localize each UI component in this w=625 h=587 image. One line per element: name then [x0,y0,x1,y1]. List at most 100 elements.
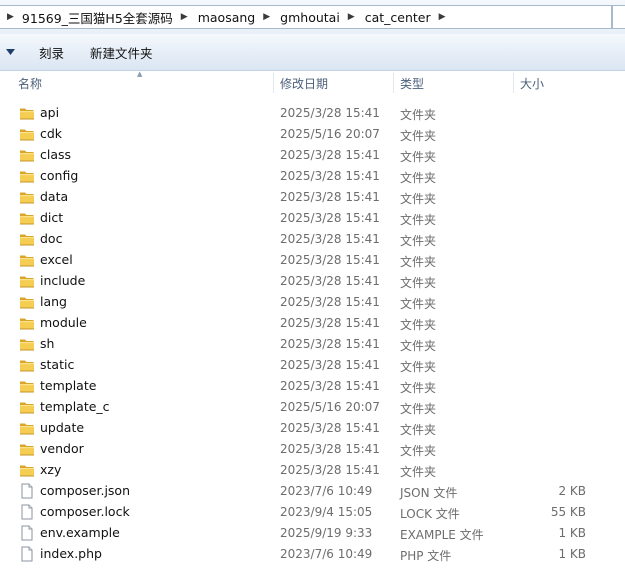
file-name: template [40,378,97,393]
file-row[interactable]: composer.json 2023/7/6 10:49 JSON 文件 2 KB [0,481,625,502]
file-date: 2023/7/6 10:49 [280,547,373,561]
file-row[interactable]: excel 2025/3/28 15:41 文件夹 [0,250,625,271]
file-name: index.php [40,546,102,561]
search-box[interactable] [612,5,625,29]
breadcrumb-item[interactable]: 91569_三国猫H5全套源码 ▶ [20,8,196,27]
file-type: LOCK 文件 [400,507,460,521]
file-row[interactable]: template 2025/3/28 15:41 文件夹 [0,376,625,397]
file-row[interactable]: index.php 2023/7/6 10:49 PHP 文件 1 KB [0,544,625,565]
file-name: dict [40,210,64,225]
file-type: 文件夹 [400,360,437,374]
column-divider[interactable] [273,73,274,93]
file-list: api 2025/3/28 15:41 文件夹 cdk 2025/5/16 20:07 文… [0,103,625,565]
folder-icon [19,378,35,394]
file-type: 文件夹 [400,318,437,332]
folder-icon [19,189,35,205]
file-name: excel [40,252,73,267]
file-name: composer.lock [40,504,130,519]
file-type: 文件夹 [400,339,437,353]
file-type: 文件夹 [400,192,437,206]
file-name: module [40,315,87,330]
folder-icon [19,126,35,142]
breadcrumb-item[interactable]: maosang ▶ [196,10,278,25]
breadcrumb-label[interactable]: gmhoutai [278,10,342,25]
breadcrumb-chevron-icon[interactable]: ▶ [342,12,363,22]
file-row[interactable]: vendor 2025/3/28 15:41 文件夹 [0,439,625,460]
column-divider[interactable] [513,73,514,93]
file-row[interactable]: lang 2025/3/28 15:41 文件夹 [0,292,625,313]
file-name: sh [40,336,55,351]
file-row[interactable]: api 2025/3/28 15:41 文件夹 [0,103,625,124]
file-date: 2025/3/28 15:41 [280,190,380,204]
file-date: 2025/3/28 15:41 [280,463,380,477]
breadcrumb-item[interactable]: cat_center ▶ [363,10,454,25]
breadcrumb-label[interactable]: maosang [196,10,258,25]
folder-icon [19,420,35,436]
file-date: 2025/9/19 9:33 [280,526,373,540]
column-header: ▲ 名称 修改日期 类型 大小 [0,70,625,95]
breadcrumb[interactable]: ▶ 91569_三国猫H5全套源码 ▶ maosang ▶ gmhoutai ▶… [0,5,612,29]
column-date[interactable]: 修改日期 [280,71,328,95]
file-type: 文件夹 [400,129,437,143]
folder-icon [19,168,35,184]
file-row[interactable]: module 2025/3/28 15:41 文件夹 [0,313,625,334]
breadcrumb-chevron-icon[interactable]: ▶ [433,12,454,22]
folder-icon [19,336,35,352]
file-name: composer.json [40,483,131,498]
file-row[interactable]: config 2025/3/28 15:41 文件夹 [0,166,625,187]
column-divider[interactable] [393,73,394,93]
file-type: JSON 文件 [400,486,458,500]
file-row[interactable]: sh 2025/3/28 15:41 文件夹 [0,334,625,355]
breadcrumb-chevron-icon[interactable]: ▶ [257,12,278,22]
column-type[interactable]: 类型 [400,71,424,95]
file-date: 2025/3/28 15:41 [280,148,380,162]
file-row[interactable]: doc 2025/3/28 15:41 文件夹 [0,229,625,250]
file-row[interactable]: cdk 2025/5/16 20:07 文件夹 [0,124,625,145]
file-date: 2025/5/16 20:07 [280,127,380,141]
folder-icon [19,462,35,478]
folder-icon [19,399,35,415]
breadcrumb-label[interactable]: cat_center [363,10,433,25]
explorer-window: ▶ 91569_三国猫H5全套源码 ▶ maosang ▶ gmhoutai ▶… [0,0,625,587]
folder-icon [19,315,35,331]
address-bar: ▶ 91569_三国猫H5全套源码 ▶ maosang ▶ gmhoutai ▶… [0,0,625,34]
file-row[interactable]: include 2025/3/28 15:41 文件夹 [0,271,625,292]
file-row[interactable]: data 2025/3/28 15:41 文件夹 [0,187,625,208]
column-size[interactable]: 大小 [520,71,544,95]
breadcrumb-label[interactable]: 91569_三国猫H5全套源码 [20,8,175,27]
file-row[interactable]: class 2025/3/28 15:41 文件夹 [0,145,625,166]
file-type: 文件夹 [400,444,437,458]
breadcrumb-item[interactable]: gmhoutai ▶ [278,10,363,25]
file-type: 文件夹 [400,255,437,269]
breadcrumb-chevron-icon[interactable]: ▶ [175,12,196,22]
folder-icon [19,357,35,373]
column-name[interactable]: 名称 [18,71,42,95]
file-date: 2025/3/28 15:41 [280,442,380,456]
file-name: cdk [40,126,63,141]
new-folder-button[interactable]: 新建文件夹 [77,34,166,70]
folder-icon [19,231,35,247]
file-date: 2025/3/28 15:41 [280,253,380,267]
sort-ascending-icon: ▲ [137,70,143,78]
burn-button[interactable]: 刻录 [26,34,77,70]
file-row[interactable]: dict 2025/3/28 15:41 文件夹 [0,208,625,229]
history-chevron-icon[interactable]: ▶ [0,12,20,22]
file-icon [19,546,35,562]
file-date: 2023/7/6 10:49 [280,484,373,498]
file-row[interactable]: update 2025/3/28 15:41 文件夹 [0,418,625,439]
file-row[interactable]: template_c 2025/5/16 20:07 文件夹 [0,397,625,418]
file-row[interactable]: env.example 2025/9/19 9:33 EXAMPLE 文件 1 KB [0,523,625,544]
file-type: 文件夹 [400,381,437,395]
file-row[interactable]: composer.lock 2023/9/4 15:05 LOCK 文件 55 KB [0,502,625,523]
file-type: 文件夹 [400,171,437,185]
file-name: vendor [40,441,84,456]
file-name: class [40,147,72,162]
file-row[interactable]: static 2025/3/28 15:41 文件夹 [0,355,625,376]
folder-icon [19,273,35,289]
file-type: 文件夹 [400,465,437,479]
file-date: 2025/3/28 15:41 [280,274,380,288]
file-date: 2025/3/28 15:41 [280,106,380,120]
organize-dropdown[interactable] [0,34,20,70]
file-row[interactable]: xzy 2025/3/28 15:41 文件夹 [0,460,625,481]
file-type: 文件夹 [400,402,437,416]
